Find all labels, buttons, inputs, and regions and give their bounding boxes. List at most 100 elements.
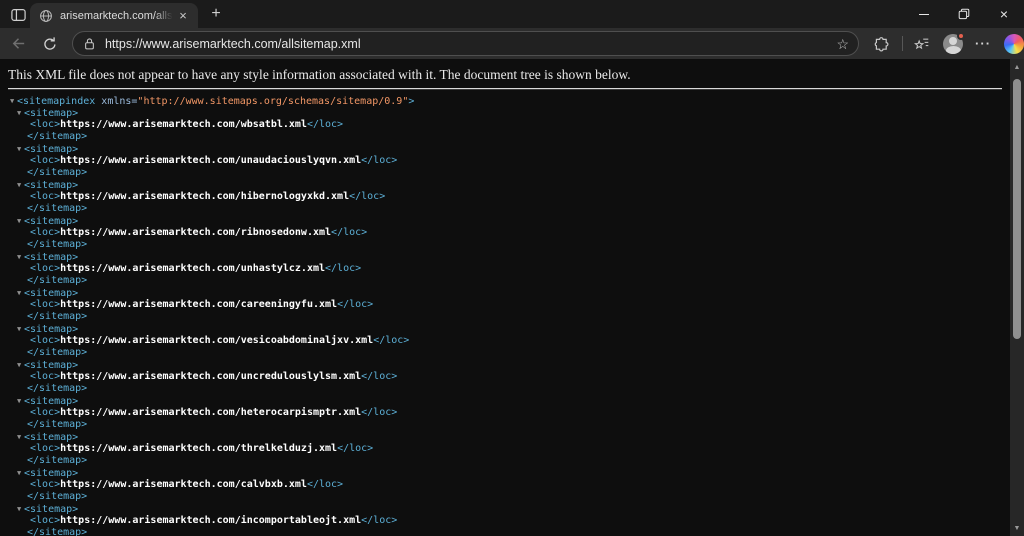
refresh-button[interactable]: [41, 35, 59, 53]
xml-tag: </sitemap>: [27, 347, 87, 358]
xml-tag: <sitemapindex: [17, 96, 101, 107]
xml-tag: </loc>: [361, 407, 397, 418]
collapse-arrow-icon[interactable]: ▼: [17, 467, 24, 479]
browser-tab[interactable]: arisemarktech.com/allsitemap.xml ×: [30, 3, 198, 28]
sitemap-url: https://www.arisemarktech.com/careeningy…: [60, 299, 337, 310]
xml-line: </sitemap>: [8, 311, 1002, 323]
tab-actions-icon: [10, 7, 27, 23]
xml-tag: </loc>: [307, 479, 343, 490]
xml-line: </sitemap>: [8, 527, 1002, 536]
xml-tag: <loc>: [30, 299, 60, 310]
xml-tag: </sitemap>: [27, 455, 87, 466]
collapse-arrow-icon[interactable]: ▼: [17, 179, 24, 191]
xml-line: <loc>https://www.arisemarktech.com/wbsat…: [8, 119, 1002, 131]
xml-tag: </loc>: [349, 191, 385, 202]
xml-line: </sitemap>: [8, 167, 1002, 179]
xml-tag: <sitemap>: [24, 360, 78, 371]
favorites-button[interactable]: [913, 35, 930, 52]
toolbar-divider: [902, 36, 903, 51]
xml-tag: <sitemap>: [24, 432, 78, 443]
collapse-arrow-icon[interactable]: ▼: [17, 143, 24, 155]
xml-tag: </sitemap>: [27, 275, 87, 286]
sitemap-url: https://www.arisemarktech.com/heterocarp…: [60, 407, 361, 418]
xml-tag: <sitemap>: [24, 144, 78, 155]
xml-tag: </loc>: [361, 155, 397, 166]
url-text[interactable]: https://www.arisemarktech.com/allsitemap…: [105, 37, 837, 51]
extensions-button[interactable]: [874, 36, 890, 52]
xml-tag: <loc>: [30, 479, 60, 490]
xml-tag: <loc>: [30, 335, 60, 346]
divider-rule: [8, 88, 1002, 90]
xml-tag: </sitemap>: [27, 311, 87, 322]
minimize-icon: [919, 14, 929, 15]
xml-line: <loc>https://www.arisemarktech.com/hiber…: [8, 191, 1002, 203]
profile-avatar[interactable]: [943, 34, 963, 54]
scroll-down-icon[interactable]: ▼: [1010, 521, 1024, 535]
collapse-arrow-icon[interactable]: ▼: [17, 359, 24, 371]
new-tab-button[interactable]: +: [206, 4, 226, 24]
xml-line: <loc>https://www.arisemarktech.com/ribno…: [8, 227, 1002, 239]
collapse-arrow-icon[interactable]: ▼: [17, 107, 24, 119]
window-close-icon[interactable]: ×: [984, 0, 1024, 28]
xml-line: ▼<sitemap>: [8, 323, 1002, 335]
sitemap-url: https://www.arisemarktech.com/calvbxb.xm…: [60, 479, 307, 490]
xml-tag: </loc>: [337, 299, 373, 310]
xml-viewer-message: This XML file does not appear to have an…: [8, 66, 1002, 83]
xml-tree: ▼<sitemapindex xmlns="http://www.sitemap…: [8, 95, 1002, 536]
xml-tag: <loc>: [30, 191, 60, 202]
xml-line: </sitemap>: [8, 491, 1002, 503]
xml-tag: <sitemap>: [24, 288, 78, 299]
xml-tag: <loc>: [30, 407, 60, 418]
address-bar[interactable]: https://www.arisemarktech.com/allsitemap…: [72, 31, 859, 56]
xml-tag: </loc>: [337, 443, 373, 454]
restore-button[interactable]: [944, 0, 984, 28]
restore-icon: [958, 8, 970, 20]
xml-tag: <sitemap>: [24, 180, 78, 191]
xml-tag: </sitemap>: [27, 167, 87, 178]
scroll-up-icon[interactable]: ▲: [1010, 60, 1024, 74]
lock-icon: [83, 37, 96, 51]
xml-line: <loc>https://www.arisemarktech.com/caree…: [8, 299, 1002, 311]
notification-badge: [957, 32, 965, 40]
xml-line: ▼<sitemap>: [8, 359, 1002, 371]
collapse-arrow-icon[interactable]: ▼: [17, 395, 24, 407]
xml-line: </sitemap>: [8, 455, 1002, 467]
collapse-arrow-icon[interactable]: ▼: [17, 503, 24, 515]
sitemap-url: https://www.arisemarktech.com/hibernolog…: [60, 191, 349, 202]
collapse-arrow-icon[interactable]: ▼: [10, 95, 17, 107]
xml-tag: </loc>: [331, 227, 367, 238]
collapse-arrow-icon[interactable]: ▼: [17, 215, 24, 227]
collapse-arrow-icon[interactable]: ▼: [17, 251, 24, 263]
xml-tag: </sitemap>: [27, 383, 87, 394]
copilot-icon[interactable]: [1004, 34, 1024, 54]
add-favorite-star-icon[interactable]: ☆: [837, 37, 850, 51]
sitemap-url: https://www.arisemarktech.com/threlkeldu…: [60, 443, 337, 454]
tab-strip: arisemarktech.com/allsitemap.xml × + ×: [0, 0, 1024, 28]
xml-tag: </sitemap>: [27, 419, 87, 430]
xml-attribute-value: "http://www.sitemaps.org/schemas/sitemap…: [137, 96, 408, 107]
xml-tag: <loc>: [30, 263, 60, 274]
xml-tag: <loc>: [30, 227, 60, 238]
sitemap-url: https://www.arisemarktech.com/unhastylcz…: [60, 263, 325, 274]
tab-close-icon[interactable]: ×: [175, 8, 191, 24]
collapse-arrow-icon[interactable]: ▼: [17, 323, 24, 335]
xml-line: <loc>https://www.arisemarktech.com/heter…: [8, 407, 1002, 419]
xml-line: <loc>https://www.arisemarktech.com/unaud…: [8, 155, 1002, 167]
xml-tag: <sitemap>: [24, 108, 78, 119]
settings-more-button[interactable]: ···: [975, 36, 991, 51]
back-button[interactable]: [10, 35, 28, 53]
xml-tag: <sitemap>: [24, 504, 78, 515]
xml-tag: <loc>: [30, 515, 60, 526]
tab-title: arisemarktech.com/allsitemap.xml: [60, 10, 175, 22]
sitemap-url: https://www.arisemarktech.com/vesicoabdo…: [60, 335, 373, 346]
scrollbar-thumb[interactable]: [1013, 79, 1021, 339]
collapse-arrow-icon[interactable]: ▼: [17, 431, 24, 443]
minimize-button[interactable]: [904, 0, 944, 28]
collapse-arrow-icon[interactable]: ▼: [17, 287, 24, 299]
tab-actions-button[interactable]: [8, 5, 28, 24]
back-arrow-icon: [10, 35, 27, 52]
vertical-scrollbar[interactable]: ▲ ▼: [1010, 59, 1024, 536]
favorites-star-lines-icon: [913, 35, 930, 52]
xml-line: <loc>https://www.arisemarktech.com/incom…: [8, 515, 1002, 527]
xml-line: </sitemap>: [8, 383, 1002, 395]
